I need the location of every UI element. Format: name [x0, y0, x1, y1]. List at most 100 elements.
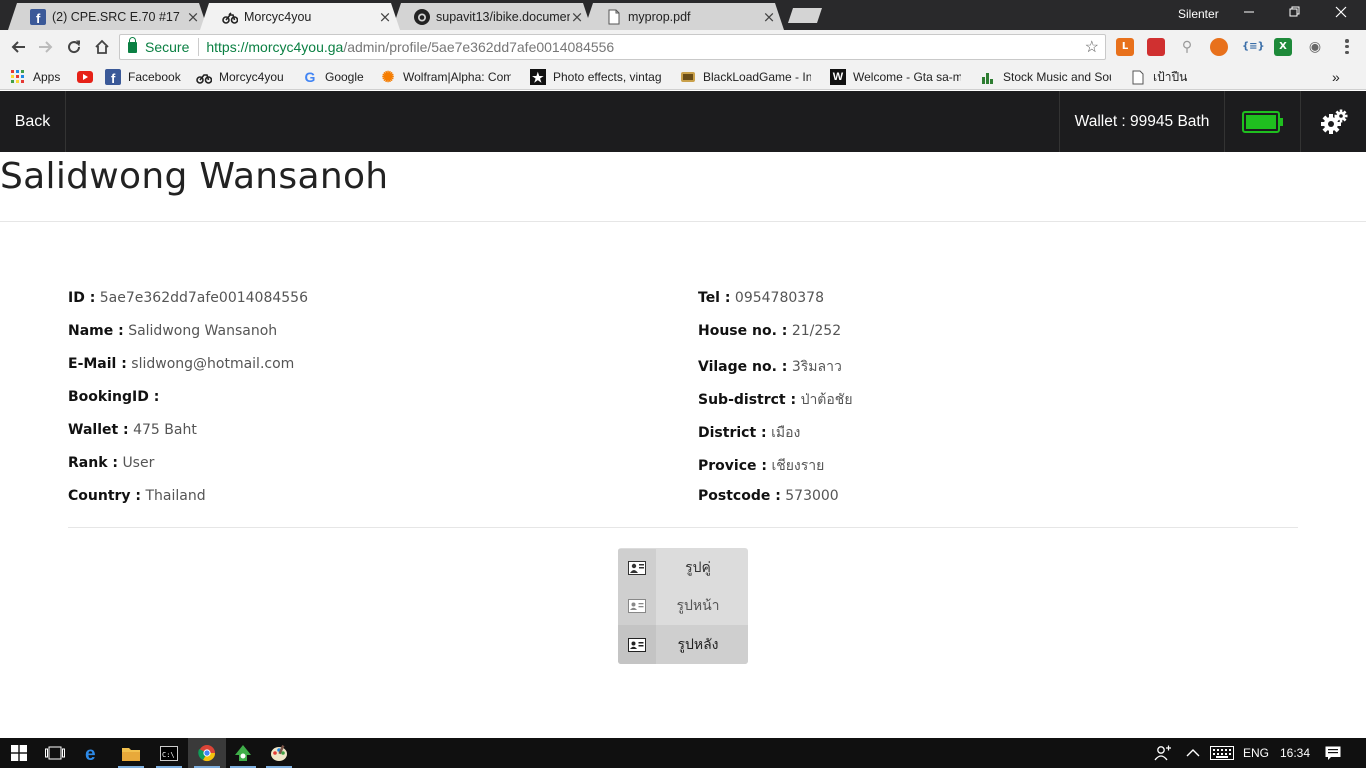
- address-bar[interactable]: Secure https://morcyc4you.ga/admin/profi…: [119, 34, 1106, 60]
- bookmarks-bar: Apps f Facebook Morcyc4you G Google ✺ Wo…: [0, 64, 1366, 90]
- photo-menu-item-back[interactable]: รูปหลัง: [618, 625, 748, 664]
- home-icon[interactable]: [90, 35, 114, 59]
- svg-text:f: f: [111, 71, 116, 85]
- tab-title: Morcyc4you: [244, 9, 312, 24]
- page-icon: [1130, 69, 1146, 85]
- bookmark-label: Stock Music and Sou: [1003, 70, 1111, 84]
- command-prompt-icon[interactable]: C:\: [150, 738, 188, 768]
- extension-chat-icon[interactable]: ◉: [1306, 38, 1324, 56]
- lock-icon: [128, 36, 137, 53]
- photo-menu-label: รูปคู่: [685, 560, 711, 576]
- field-value: ป่าต้อชัย: [800, 392, 853, 408]
- tab-close-icon[interactable]: ×: [186, 8, 200, 26]
- tab-myprop-pdf[interactable]: myprop.pdf ×: [584, 3, 784, 30]
- browser-menu-icon[interactable]: [1344, 38, 1350, 56]
- bookmark-label: Apps: [33, 70, 61, 84]
- extension-json-icon[interactable]: {≡}: [1242, 38, 1265, 56]
- field-value: 0954780378: [734, 290, 824, 306]
- task-view-icon[interactable]: [36, 738, 74, 768]
- bookmark-gta[interactable]: W Welcome - Gta sa-m: [830, 68, 961, 86]
- extension-red-book-icon[interactable]: [1147, 38, 1165, 56]
- field-label: Sub-distrct :: [698, 392, 797, 408]
- motorcycle-icon: [222, 9, 238, 25]
- tab-close-icon[interactable]: ×: [570, 8, 584, 26]
- action-center-icon[interactable]: [1325, 738, 1341, 768]
- secure-indicator[interactable]: Secure: [128, 36, 189, 55]
- settings-gears-icon[interactable]: [1301, 91, 1366, 152]
- bookmark-wolfram[interactable]: ✺ Wolfram|Alpha: Com: [380, 68, 511, 86]
- bookmark-photo-effects[interactable]: ★ Photo effects, vintag: [530, 68, 661, 86]
- back-arrow-icon[interactable]: [6, 35, 30, 59]
- site-navbar: Back Wallet : 99945 Bath: [0, 91, 1366, 152]
- field-postcode: Postcode : 573000: [698, 488, 839, 504]
- bookmark-morcyc4you[interactable]: Morcyc4you: [196, 68, 284, 86]
- bookmark-label: Photo effects, vintag: [553, 70, 661, 84]
- field-value: Thailand: [145, 488, 206, 504]
- apps-grid-icon: [10, 69, 26, 85]
- field-value: เชียงราย: [771, 458, 825, 474]
- edge-browser-icon[interactable]: e: [74, 738, 112, 768]
- windows-start-icon[interactable]: [0, 738, 38, 768]
- profile-name[interactable]: Silenter: [1178, 7, 1219, 21]
- people-icon[interactable]: [1154, 738, 1172, 768]
- photo-menu-label: รูปหน้า: [676, 598, 720, 614]
- extension-search-icon[interactable]: ⚲: [1178, 38, 1196, 56]
- bookmark-label: BlackLoadGame - Inc: [703, 70, 811, 84]
- minimize-icon[interactable]: [1226, 2, 1272, 26]
- restore-icon[interactable]: [1272, 2, 1318, 26]
- field-name: Name : Salidwong Wansanoh: [68, 323, 277, 339]
- show-hidden-icons-chevron-icon[interactable]: [1186, 738, 1200, 768]
- field-sub-district: Sub-distrct : ป่าต้อชัย: [698, 389, 853, 411]
- github-icon: [414, 9, 430, 25]
- close-window-icon[interactable]: [1318, 2, 1364, 26]
- bookmark-stock-music[interactable]: Stock Music and Sou: [980, 68, 1111, 86]
- svg-text:★: ★: [532, 70, 544, 85]
- bookmark-label: Morcyc4you: [219, 70, 284, 84]
- field-value: slidwong@hotmail.com: [131, 356, 295, 372]
- tab-github[interactable]: supavit13/ibike.documen ×: [392, 3, 592, 30]
- tab-close-icon[interactable]: ×: [378, 8, 392, 26]
- field-rank: Rank : User: [68, 455, 154, 471]
- extension-orange-icon[interactable]: L: [1116, 38, 1134, 56]
- tab-morcyc4you[interactable]: Morcyc4you ×: [200, 3, 400, 30]
- page-title: Salidwong Wansanoh: [0, 156, 389, 197]
- w-icon: W: [830, 69, 846, 85]
- chrome-icon[interactable]: [188, 738, 226, 768]
- more-bookmarks-button[interactable]: »: [1332, 68, 1340, 86]
- bookmark-thai-page[interactable]: เป้าปืน: [1130, 68, 1187, 86]
- extension-ball-icon[interactable]: [1210, 38, 1228, 56]
- field-value: 573000: [785, 488, 839, 504]
- svg-text:e: e: [85, 744, 96, 762]
- bookmark-google[interactable]: G Google: [302, 68, 364, 86]
- field-value: 3ริมลาว: [791, 359, 842, 375]
- clock[interactable]: 16:34: [1280, 738, 1310, 768]
- field-wallet: Wallet : 475 Baht: [68, 422, 197, 438]
- back-button[interactable]: Back: [0, 91, 66, 152]
- bookmark-facebook[interactable]: f Facebook: [105, 68, 181, 86]
- tab-facebook[interactable]: f (2) CPE.SRC E.70 #17 ×: [8, 3, 208, 30]
- game-icon: [680, 69, 696, 85]
- new-tab-button[interactable]: [788, 8, 822, 23]
- field-label: District :: [698, 425, 767, 441]
- paint-app-icon[interactable]: [260, 738, 298, 768]
- extension-excel-icon[interactable]: X: [1274, 38, 1292, 56]
- reload-icon[interactable]: [62, 35, 86, 59]
- field-tel: Tel : 0954780378: [698, 290, 824, 306]
- keyboard-icon[interactable]: [1210, 738, 1234, 768]
- tab-close-icon[interactable]: ×: [762, 8, 776, 26]
- portrait-photo-icon: [618, 549, 656, 587]
- language-indicator[interactable]: ENG: [1243, 738, 1269, 768]
- green-app-icon[interactable]: [224, 738, 262, 768]
- id-card-front-icon: [618, 587, 656, 625]
- svg-text:f: f: [36, 11, 41, 25]
- bookmark-apps[interactable]: Apps: [10, 68, 60, 86]
- field-value: เมือง: [771, 425, 801, 441]
- bookmark-blackloadgame[interactable]: BlackLoadGame - Inc: [680, 68, 811, 86]
- forward-arrow-icon[interactable]: [34, 35, 58, 59]
- star-icon: ★: [530, 69, 546, 85]
- photo-menu-item-front[interactable]: รูปหน้า: [618, 587, 748, 625]
- photo-menu-item-couple[interactable]: รูปคู่: [618, 549, 748, 587]
- bookmark-youtube[interactable]: [77, 68, 100, 86]
- bookmark-star-icon[interactable]: ☆: [1085, 37, 1099, 57]
- file-explorer-icon[interactable]: [112, 738, 150, 768]
